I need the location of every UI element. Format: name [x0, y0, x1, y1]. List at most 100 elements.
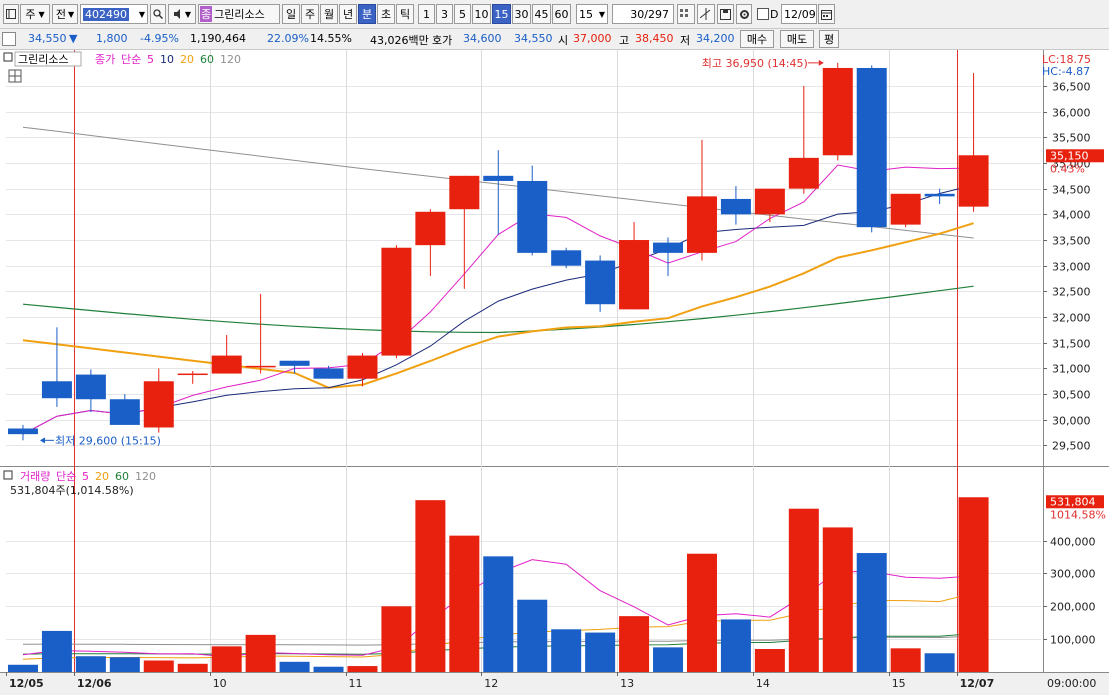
- candle-body[interactable]: [381, 247, 412, 356]
- candle-body[interactable]: [75, 374, 106, 400]
- candle-body[interactable]: [551, 250, 582, 266]
- candle-body[interactable]: [177, 373, 208, 376]
- x-tick-label: 12/05: [9, 677, 44, 690]
- volume-bar[interactable]: [109, 657, 140, 672]
- volume-bar[interactable]: [75, 656, 106, 672]
- gear-icon[interactable]: [736, 4, 752, 24]
- sound-icon[interactable]: ▼: [168, 4, 196, 24]
- period-button[interactable]: 월: [320, 4, 338, 24]
- candle-body[interactable]: [109, 399, 140, 425]
- crosshair-icon[interactable]: [697, 4, 715, 24]
- price-tick-label: 36,000: [1052, 107, 1091, 120]
- layout-icon[interactable]: [3, 4, 19, 24]
- chart-area[interactable]: 29,500 30,000 30,500 31,000 31,500 32,000 32,5…: [0, 50, 1109, 692]
- candle-body[interactable]: [856, 67, 887, 228]
- volume-bar[interactable]: [686, 553, 717, 672]
- price-tick-label: 32,000: [1052, 312, 1091, 325]
- period-button[interactable]: 주: [301, 4, 319, 24]
- candle-body[interactable]: [720, 198, 751, 215]
- volume-bar[interactable]: [177, 663, 208, 672]
- volume-bar[interactable]: [381, 606, 412, 672]
- candle-body[interactable]: [754, 188, 785, 215]
- candle-body[interactable]: [924, 193, 955, 197]
- period-button[interactable]: 초: [377, 4, 395, 24]
- eval-button[interactable]: 평: [819, 30, 839, 48]
- candle-body[interactable]: [7, 428, 38, 435]
- grid-dots-icon[interactable]: [677, 4, 695, 24]
- candle-body[interactable]: [415, 211, 446, 246]
- stock-code-input[interactable]: 402490 ▼: [80, 4, 148, 24]
- candle-body[interactable]: [822, 67, 853, 156]
- candle-body[interactable]: [41, 381, 72, 399]
- date-checkbox[interactable]: [757, 8, 769, 20]
- date-input[interactable]: 12/09: [781, 4, 817, 24]
- volume-bar[interactable]: [245, 634, 276, 672]
- candle-body[interactable]: [958, 155, 989, 207]
- volume-bar[interactable]: [143, 660, 174, 673]
- interval-button[interactable]: 1: [418, 4, 435, 24]
- volume-bar[interactable]: [7, 664, 38, 672]
- buy-button[interactable]: 매수: [740, 30, 774, 48]
- period-button[interactable]: 틱: [396, 4, 414, 24]
- interval-button[interactable]: 5: [454, 4, 471, 24]
- volume-bar[interactable]: [41, 630, 72, 672]
- volume-bar[interactable]: [958, 497, 989, 672]
- volume-bar[interactable]: [788, 508, 819, 672]
- volume-bar[interactable]: [585, 632, 616, 672]
- volume-bar[interactable]: [211, 646, 242, 672]
- period-button[interactable]: 일: [282, 4, 300, 24]
- volume-bar[interactable]: [754, 649, 785, 672]
- open-price: 37,000: [573, 32, 612, 45]
- interval-button[interactable]: 30: [512, 4, 531, 24]
- candle-body[interactable]: [890, 193, 921, 225]
- candle-body[interactable]: [313, 368, 344, 379]
- volume-bar[interactable]: [822, 527, 853, 672]
- candle-body[interactable]: [211, 355, 242, 374]
- volume-bar[interactable]: [720, 619, 751, 672]
- candle-body[interactable]: [143, 381, 174, 428]
- interval-button[interactable]: 45: [532, 4, 551, 24]
- interval-button[interactable]: 60: [552, 4, 571, 24]
- count-input[interactable]: 30/297: [612, 4, 674, 24]
- volume-bar[interactable]: [551, 629, 582, 672]
- interval-button[interactable]: 10: [472, 4, 491, 24]
- candle-body[interactable]: [483, 175, 514, 181]
- volume-bar[interactable]: [279, 661, 310, 672]
- candle-body[interactable]: [788, 157, 819, 189]
- volume-bar[interactable]: [619, 616, 650, 672]
- interval-select[interactable]: 15 ▼: [576, 4, 608, 24]
- candle-body[interactable]: [619, 240, 650, 310]
- save-icon[interactable]: [717, 4, 734, 24]
- volume-bar[interactable]: [653, 647, 684, 672]
- stock-type-select[interactable]: 주 ▼: [20, 4, 50, 24]
- calendar-icon[interactable]: [818, 4, 835, 24]
- period-button[interactable]: 년: [339, 4, 357, 24]
- legend-toggle-icon[interactable]: [3, 470, 13, 480]
- market-select[interactable]: 전 ▼: [52, 4, 78, 24]
- volume-bar[interactable]: [415, 500, 446, 672]
- volume-bar[interactable]: [483, 556, 514, 672]
- candle-body[interactable]: [279, 360, 310, 366]
- sell-button[interactable]: 매도: [780, 30, 814, 48]
- interval-button[interactable]: 3: [436, 4, 453, 24]
- volume-bar[interactable]: [890, 648, 921, 672]
- search-icon[interactable]: [150, 4, 166, 24]
- volume-bar[interactable]: [313, 666, 344, 672]
- candle-body[interactable]: [517, 180, 548, 253]
- candle-body[interactable]: [686, 196, 717, 253]
- candle-body[interactable]: [653, 242, 684, 253]
- volume-bar[interactable]: [924, 653, 955, 672]
- quote-toggle-icon[interactable]: [2, 32, 16, 46]
- chart-svg[interactable]: 29,500 30,000 30,500 31,000 31,500 32,000 32,5…: [0, 50, 1109, 692]
- volume-bar[interactable]: [517, 599, 548, 672]
- candle-body[interactable]: [245, 365, 276, 368]
- period-button[interactable]: 분: [358, 4, 376, 24]
- candle-body[interactable]: [585, 260, 616, 305]
- volume-bar[interactable]: [856, 553, 887, 672]
- volume-bar[interactable]: [347, 666, 378, 672]
- candle-body[interactable]: [347, 355, 378, 379]
- interval-button[interactable]: 15: [492, 4, 511, 24]
- volume-bar[interactable]: [449, 535, 480, 672]
- candle-body[interactable]: [449, 175, 480, 210]
- stock-name-field[interactable]: 종 그린리소스: [198, 4, 280, 24]
